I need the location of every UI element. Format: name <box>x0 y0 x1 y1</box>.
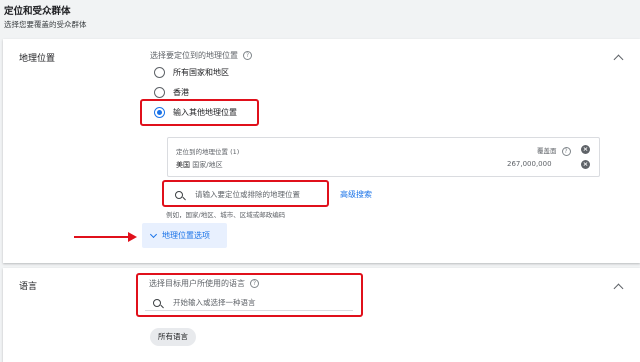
language-section-label: 语言 <box>19 282 38 292</box>
chevron-up-icon[interactable] <box>613 54 624 65</box>
close-icon[interactable]: × <box>581 145 590 154</box>
radio-hong-kong[interactable]: 香港 <box>154 87 189 98</box>
radio-label: 所有国家和地区 <box>173 68 229 77</box>
chevron-up-icon[interactable] <box>613 283 624 294</box>
radio-icon[interactable] <box>154 87 165 98</box>
geo-options-button[interactable]: 地理位置选项 <box>142 223 227 248</box>
arrow-icon <box>74 236 130 238</box>
location-name: 美国 <box>176 161 190 169</box>
arrow-head <box>128 232 137 242</box>
reach-value: 267,000,000 <box>507 160 552 168</box>
radio-icon[interactable] <box>154 67 165 78</box>
location-row: 美国 国家/地区 <box>176 160 223 170</box>
reach-label: 覆盖面? <box>537 145 571 156</box>
highlight-box <box>136 273 363 317</box>
page-title: 定位和受众群体 <box>4 6 71 17</box>
geo-options-label: 地理位置选项 <box>162 231 210 240</box>
reach-label-text: 覆盖面 <box>537 147 557 155</box>
highlight-box <box>140 99 259 126</box>
page-subtitle: 选择您要覆盖的受众群体 <box>4 20 87 29</box>
location-type: 国家/地区 <box>192 161 223 169</box>
geo-hint: 例如，国家/地区、城市、区域或邮政编码 <box>166 211 286 219</box>
page-header: 定位和受众群体 选择您要覆盖的受众群体 <box>0 0 640 36</box>
radio-label: 香港 <box>173 88 189 97</box>
close-icon[interactable]: × <box>581 160 590 169</box>
geo-prompt: 选择要定位到的地理位置? <box>150 50 252 61</box>
targeted-title: 定位到的地理位置 (1) <box>176 148 240 156</box>
help-icon[interactable]: ? <box>243 51 252 60</box>
radio-all-countries[interactable]: 所有国家和地区 <box>154 67 229 78</box>
all-languages-chip[interactable]: 所有语言 <box>150 328 196 346</box>
chevron-down-icon <box>149 230 158 238</box>
advanced-search-link[interactable]: 高级搜索 <box>340 189 372 200</box>
geo-section-label: 地理位置 <box>19 54 56 64</box>
targeted-locations-box: 定位到的地理位置 (1) 覆盖面? × 美国 国家/地区 267,000,000… <box>167 137 600 177</box>
geo-prompt-text: 选择要定位到的地理位置 <box>150 51 238 60</box>
help-icon[interactable]: ? <box>561 146 571 156</box>
highlight-box <box>162 180 329 207</box>
